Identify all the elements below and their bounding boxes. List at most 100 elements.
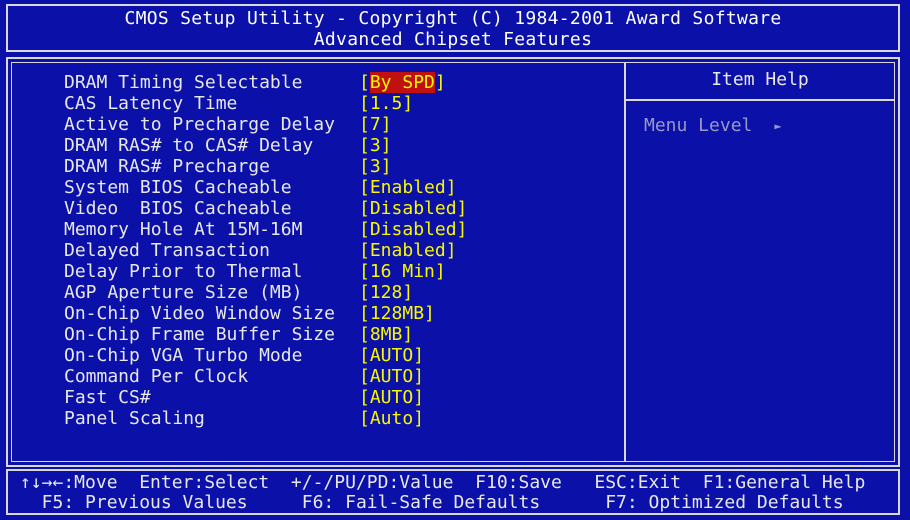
item-help-title: Item Help xyxy=(711,69,809,90)
setting-value-text: By SPD xyxy=(369,72,435,93)
setting-row[interactable]: Active to Precharge Delay [7] xyxy=(64,114,624,135)
bracket-open: [ xyxy=(359,345,370,366)
setting-row[interactable]: Video BIOS Cacheable [Disabled] xyxy=(64,198,624,219)
setting-label: CAS Latency Time xyxy=(64,93,238,114)
bracket-open: [ xyxy=(359,282,370,303)
bracket-open: [ xyxy=(359,240,370,261)
setting-row[interactable]: On-Chip VGA Turbo Mode [AUTO] xyxy=(64,345,624,366)
setting-row[interactable]: Command Per Clock [AUTO] xyxy=(64,366,624,387)
setting-row[interactable]: Memory Hole At 15M-16M [Disabled] xyxy=(64,219,624,240)
setting-value[interactable]: [7] xyxy=(359,114,392,135)
setting-value[interactable]: [By SPD] xyxy=(359,72,446,93)
setting-value[interactable]: [Disabled] xyxy=(359,219,467,240)
setting-value[interactable]: [1.5] xyxy=(359,93,413,114)
footer-line-2: F5: Previous Values F6: Fail-Safe Defaul… xyxy=(20,492,844,513)
header-title: CMOS Setup Utility - Copyright (C) 1984-… xyxy=(124,8,782,29)
setting-label: Delayed Transaction xyxy=(64,240,270,261)
bracket-open: [ xyxy=(359,261,370,282)
setting-value[interactable]: [AUTO] xyxy=(359,345,424,366)
setting-value-text: Auto xyxy=(369,408,414,429)
menu-level-label: Menu Level xyxy=(644,115,753,136)
setting-row[interactable]: On-Chip Frame Buffer Size [8MB] xyxy=(64,324,624,345)
setting-value-text: Disabled xyxy=(369,219,457,240)
setting-value[interactable]: [AUTO] xyxy=(359,387,424,408)
bracket-open: [ xyxy=(359,135,370,156)
bracket-close: ] xyxy=(456,198,468,219)
bracket-open: [ xyxy=(359,408,370,429)
bracket-close: ] xyxy=(434,261,446,282)
setting-row[interactable]: DRAM RAS# Precharge [3] xyxy=(64,156,624,177)
setting-value-text: Disabled xyxy=(369,198,457,219)
setting-value[interactable]: [8MB] xyxy=(359,324,413,345)
setting-row[interactable]: Panel Scaling [Auto] xyxy=(64,408,624,429)
key-help-footer: ↑↓→←:Move Enter:Select +/-/PU/PD:Value F… xyxy=(6,469,900,515)
bracket-open: [ xyxy=(359,156,370,177)
bracket-close: ] xyxy=(445,240,457,261)
bracket-open: [ xyxy=(359,198,370,219)
setting-value-text: 128MB xyxy=(369,303,425,324)
setting-row[interactable]: AGP Aperture Size (MB) [128] xyxy=(64,282,624,303)
setting-label: On-Chip Video Window Size xyxy=(64,303,335,324)
setting-label: AGP Aperture Size (MB) xyxy=(64,282,303,303)
page-title: Advanced Chipset Features xyxy=(313,29,593,50)
setting-row[interactable]: CAS Latency Time [1.5] xyxy=(64,93,624,114)
bracket-open: [ xyxy=(359,93,370,114)
item-help-separator xyxy=(626,99,894,101)
setting-value-text: 7 xyxy=(369,114,381,135)
bracket-open: [ xyxy=(359,177,370,198)
setting-label: Active to Precharge Delay xyxy=(64,114,335,135)
setting-value[interactable]: [128] xyxy=(359,282,413,303)
setting-value[interactable]: [Enabled] xyxy=(359,177,457,198)
setting-label: Video BIOS Cacheable xyxy=(64,198,292,219)
setting-value-text: 128 xyxy=(369,282,403,303)
bracket-open: [ xyxy=(359,387,370,408)
setting-row[interactable]: Delayed Transaction [Enabled] xyxy=(64,240,624,261)
setting-label: Command Per Clock xyxy=(64,366,249,387)
setting-row[interactable]: DRAM Timing Selectable [By SPD] xyxy=(64,72,624,93)
setting-label: DRAM Timing Selectable xyxy=(64,72,303,93)
setting-value-text: 3 xyxy=(369,156,381,177)
setting-value[interactable]: [Enabled] xyxy=(359,240,457,261)
bracket-open: [ xyxy=(359,219,370,240)
setting-row[interactable]: System BIOS Cacheable [Enabled] xyxy=(64,177,624,198)
setting-value[interactable]: [Auto] xyxy=(359,408,424,429)
setting-value-text: 16 Min xyxy=(369,261,435,282)
setting-label: DRAM RAS# Precharge xyxy=(64,156,270,177)
setting-value[interactable]: [3] xyxy=(359,156,392,177)
bracket-close: ] xyxy=(434,72,446,93)
setting-value-text: AUTO xyxy=(369,366,414,387)
bracket-close: ] xyxy=(413,408,425,429)
bracket-close: ] xyxy=(402,324,414,345)
bracket-open: [ xyxy=(359,303,370,324)
setting-value[interactable]: [128MB] xyxy=(359,303,435,324)
bracket-close: ] xyxy=(413,387,425,408)
bracket-close: ] xyxy=(413,366,425,387)
bracket-close: ] xyxy=(402,93,414,114)
setting-label: Panel Scaling xyxy=(64,408,205,429)
bracket-close: ] xyxy=(424,303,435,324)
bracket-close: ] xyxy=(456,219,468,240)
setting-value[interactable]: [16 Min] xyxy=(359,261,446,282)
setting-label: Memory Hole At 15M-16M xyxy=(64,219,303,240)
bios-screen: CMOS Setup Utility - Copyright (C) 1984-… xyxy=(0,0,910,520)
setting-value[interactable]: [3] xyxy=(359,135,392,156)
setting-value[interactable]: [Disabled] xyxy=(359,198,467,219)
bracket-close: ] xyxy=(413,345,425,366)
setting-row[interactable]: DRAM RAS# to CAS# Delay [3] xyxy=(64,135,624,156)
setting-value[interactable]: [AUTO] xyxy=(359,366,424,387)
bracket-close: ] xyxy=(380,156,392,177)
setting-row[interactable]: On-Chip Video Window Size [128MB] xyxy=(64,303,624,324)
main-frame-inner: DRAM Timing Selectable [By SPD] CAS Latenc… xyxy=(11,62,895,462)
setting-label: System BIOS Cacheable xyxy=(64,177,292,198)
bracket-close: ] xyxy=(380,114,392,135)
setting-row[interactable]: Fast CS# [AUTO] xyxy=(64,387,624,408)
setting-value-text: AUTO xyxy=(369,387,414,408)
main-frame: DRAM Timing Selectable [By SPD] CAS Latenc… xyxy=(6,57,900,467)
setting-label: Fast CS# xyxy=(64,387,151,408)
bracket-close: ] xyxy=(445,177,457,198)
footer-line-1: ↑↓→←:Move Enter:Select +/-/PU/PD:Value F… xyxy=(20,472,866,493)
setting-value-text: 1.5 xyxy=(369,93,403,114)
setting-label: DRAM RAS# to CAS# Delay xyxy=(64,135,314,156)
setting-row[interactable]: Delay Prior to Thermal [16 Min] xyxy=(64,261,624,282)
bracket-close: ] xyxy=(380,135,392,156)
